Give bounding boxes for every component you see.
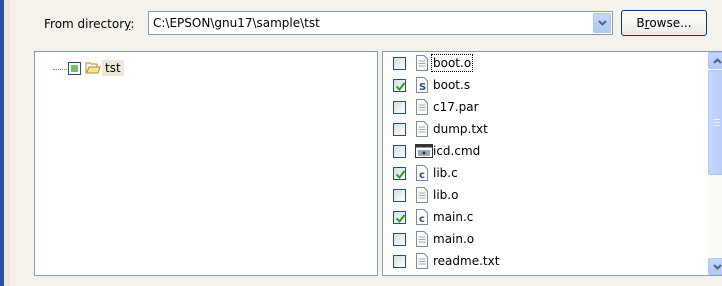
open-folder-icon	[85, 62, 101, 74]
c-source-icon: c	[415, 165, 429, 184]
combo-dropdown-button[interactable]	[593, 13, 611, 33]
from-directory-label: From directory:	[44, 17, 135, 31]
file-icon	[415, 55, 429, 74]
from-directory-combo[interactable]: C:\EPSON\gnu17\sample\tst	[148, 11, 613, 35]
scroll-thumb[interactable]	[708, 70, 722, 175]
file-name: dump.txt	[433, 122, 488, 136]
file-list-row[interactable]: readme.txt	[383, 251, 703, 273]
file-checkbox[interactable]	[393, 57, 406, 70]
file-name: main.o	[433, 232, 475, 246]
file-icon	[415, 187, 429, 206]
svg-text:c: c	[419, 170, 425, 181]
tree-root-checkbox[interactable]	[68, 62, 81, 75]
cmd-window-icon	[415, 143, 433, 162]
file-name: lib.c	[433, 166, 458, 180]
file-checkbox[interactable]	[393, 167, 406, 180]
import-panel: From directory: C:\EPSON\gnu17\sample\ts…	[10, 0, 722, 286]
file-name: lib.o	[433, 188, 459, 202]
file-list-row[interactable]: dump.txt	[383, 119, 703, 141]
file-checkbox[interactable]	[393, 101, 406, 114]
chevron-down-icon	[598, 20, 607, 26]
file-icon	[415, 253, 429, 272]
file-name: readme.txt	[433, 254, 500, 268]
tree-root-label[interactable]: tst	[102, 60, 124, 76]
from-directory-value[interactable]: C:\EPSON\gnu17\sample\tst	[153, 16, 320, 30]
file-list-row[interactable]: main.o	[383, 229, 703, 251]
file-list-row[interactable]: c lib.c	[383, 163, 703, 185]
file-icon	[415, 231, 429, 250]
file-checkbox[interactable]	[393, 79, 406, 92]
file-name: icd.cmd	[433, 144, 481, 158]
chevron-down-icon	[713, 264, 722, 270]
scroll-down-button[interactable]	[708, 258, 722, 275]
file-list-row[interactable]: icd.cmd	[383, 141, 703, 163]
svg-text:S: S	[419, 82, 426, 93]
file-checkbox[interactable]	[393, 145, 406, 158]
c-source-icon: c	[415, 209, 429, 228]
file-name: main.c	[433, 210, 474, 224]
file-list-row[interactable]: boot.o	[383, 53, 703, 75]
file-checkbox[interactable]	[393, 233, 406, 246]
file-list-row[interactable]: lib.o	[383, 185, 703, 207]
directory-tree[interactable]: tst	[34, 51, 378, 276]
file-list[interactable]: boot.o Sboot.s c17.par dump.txt icd.cmd c lib.…	[382, 51, 722, 276]
scroll-up-button[interactable]	[708, 52, 722, 69]
file-name: boot.o	[430, 54, 474, 72]
tree-connector	[53, 69, 67, 70]
file-name: c17.par	[433, 100, 479, 114]
vertical-scrollbar[interactable]	[708, 52, 722, 275]
chevron-up-icon	[713, 58, 722, 64]
browse-button[interactable]: Browse...	[621, 10, 707, 36]
left-edge-bar	[0, 0, 4, 286]
file-checkbox[interactable]	[393, 123, 406, 136]
asm-source-icon: S	[415, 77, 429, 96]
file-checkbox[interactable]	[393, 255, 406, 268]
file-name: boot.s	[433, 78, 471, 92]
file-icon	[415, 121, 429, 140]
file-list-row[interactable]: c main.c	[383, 207, 703, 229]
file-list-row[interactable]: c17.par	[383, 97, 703, 119]
file-icon	[415, 99, 429, 118]
file-checkbox[interactable]	[393, 189, 406, 202]
file-list-row[interactable]: Sboot.s	[383, 75, 703, 97]
svg-text:c: c	[419, 214, 425, 225]
file-checkbox[interactable]	[393, 211, 406, 224]
